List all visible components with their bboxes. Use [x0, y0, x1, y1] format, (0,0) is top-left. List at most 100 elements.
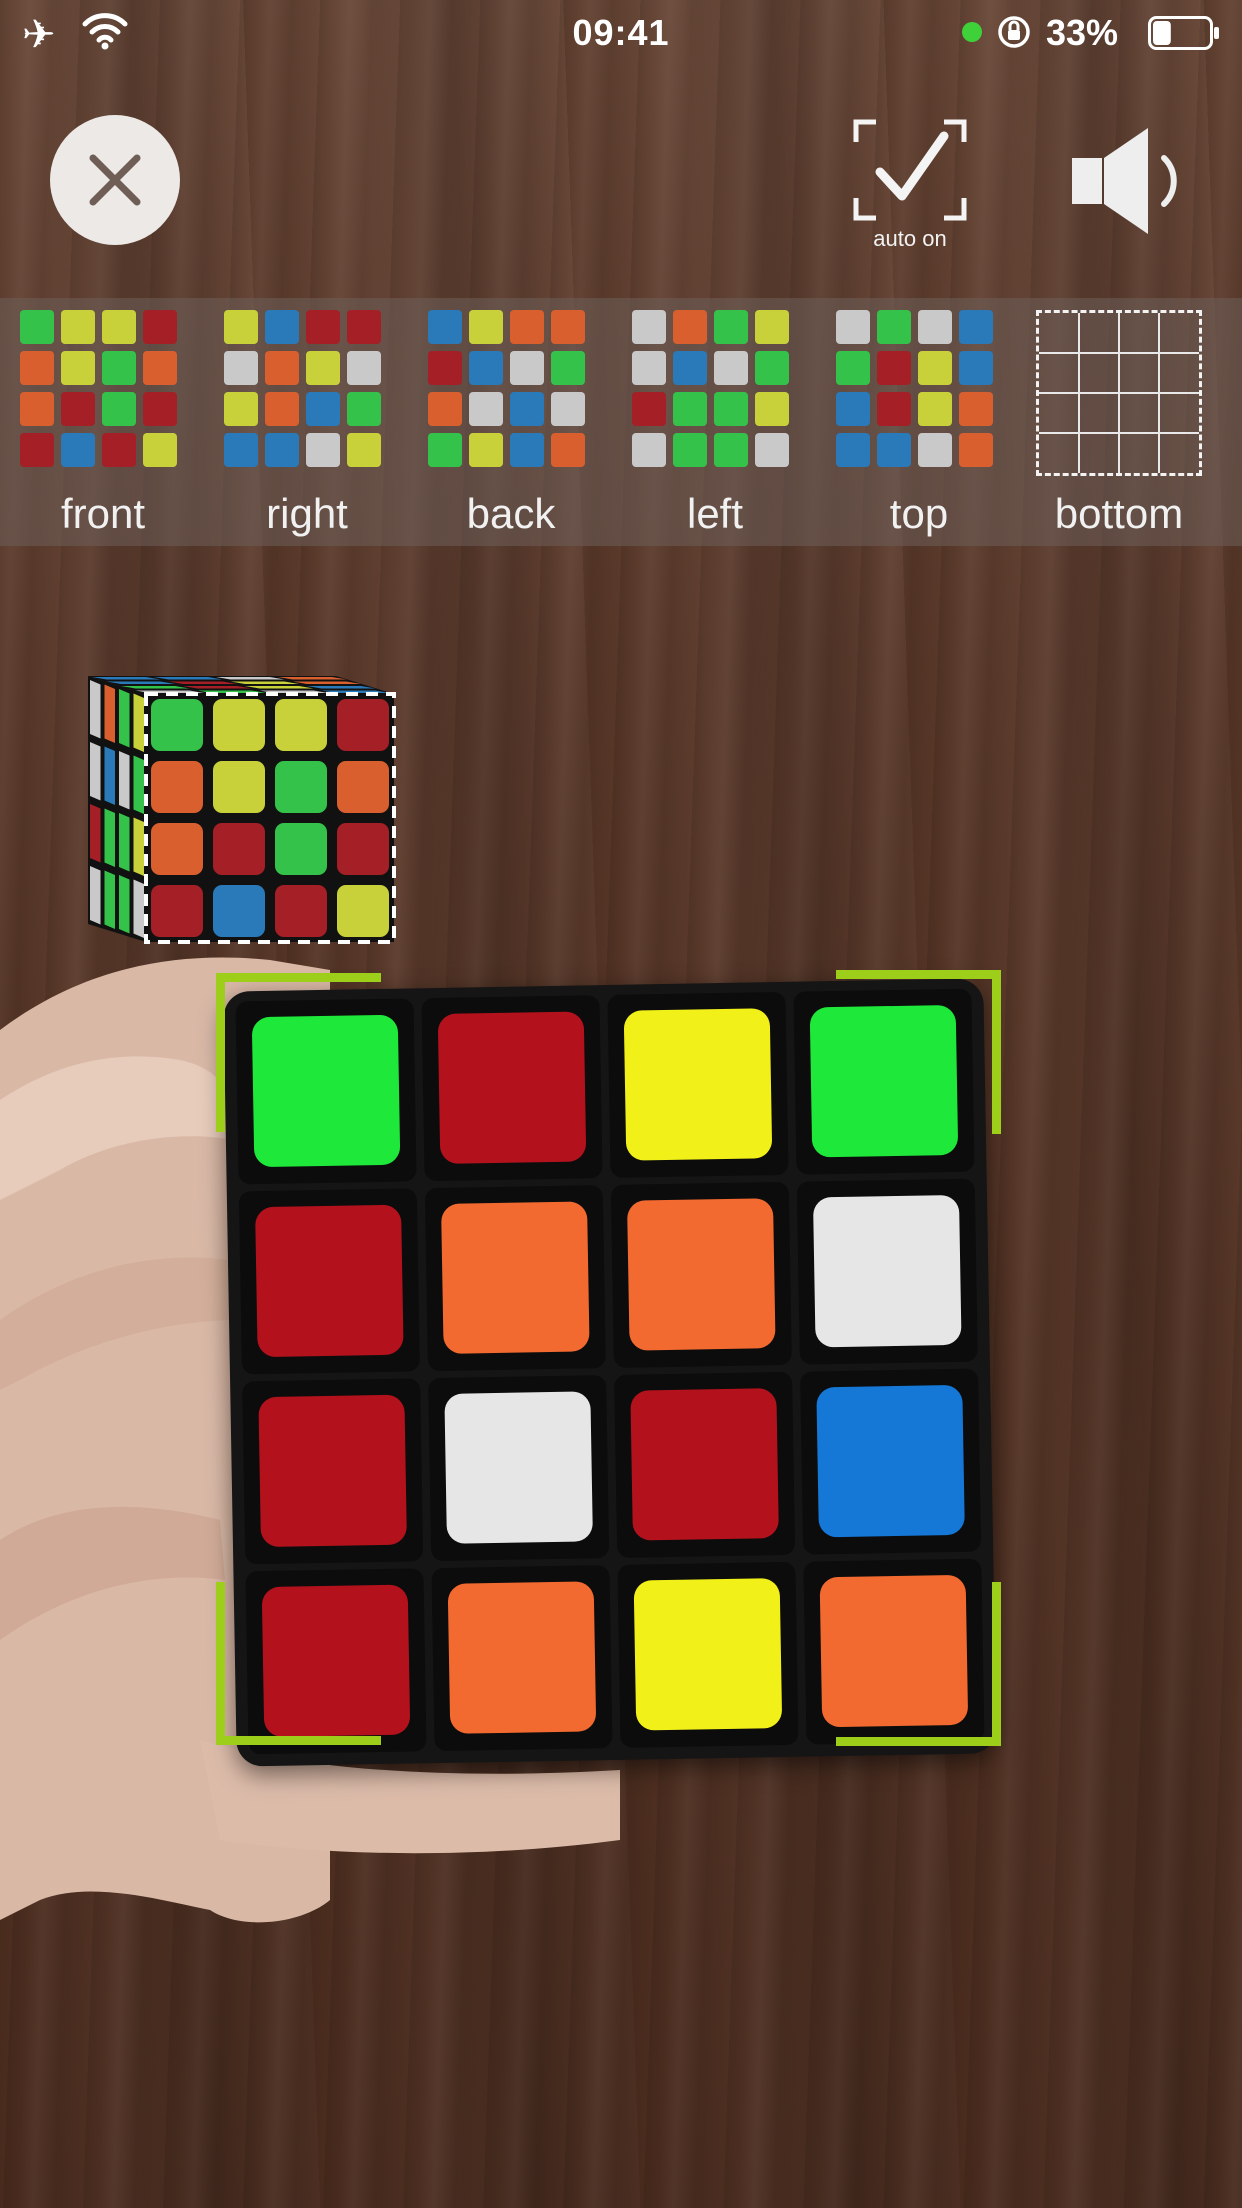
face-front[interactable]: front: [20, 310, 186, 537]
face-sticker-blue: [959, 351, 993, 385]
face-sticker-yellow: [347, 433, 381, 467]
mini-front-sticker: [151, 823, 203, 875]
mini-left-sticker: [133, 755, 144, 814]
mini-front-sticker: [337, 823, 389, 875]
face-top[interactable]: top: [836, 310, 1002, 537]
face-sticker-yellow: [755, 310, 789, 344]
mini-front-sticker: [213, 699, 265, 751]
rotation-lock-icon: [998, 16, 1030, 48]
face-sticker-red: [61, 392, 95, 426]
mini-left-sticker: [90, 804, 101, 863]
face-right[interactable]: right: [224, 310, 390, 537]
cube-sticker-red: [258, 1394, 407, 1548]
face-sticker-green: [428, 433, 462, 467]
mini-front-sticker: [275, 823, 327, 875]
face-sticker-orange: [551, 310, 585, 344]
face-back[interactable]: back: [428, 310, 594, 537]
cube-sticker-orange: [441, 1201, 590, 1354]
face-sticker-blue: [959, 310, 993, 344]
mini-front-sticker: [213, 885, 265, 937]
face-sticker-white: [755, 433, 789, 467]
face-sticker-green: [877, 310, 911, 344]
scan-bracket-bottom-left: [216, 1582, 381, 1745]
speaker-icon: [1072, 128, 1177, 234]
face-sticker-yellow: [918, 392, 952, 426]
face-sticker-red: [877, 351, 911, 385]
cube-cell: [800, 1368, 982, 1555]
face-grid: [20, 310, 186, 467]
close-icon: [89, 154, 141, 206]
face-sticker-orange: [510, 310, 544, 344]
face-label: back: [466, 490, 556, 537]
auto-capture-check-icon: [853, 119, 967, 221]
face-sticker-white: [469, 392, 503, 426]
face-grid: [224, 310, 390, 467]
auto-capture-label: auto on: [873, 226, 947, 251]
mini-front-sticker: [151, 761, 203, 813]
cube-cell: [614, 1371, 796, 1558]
face-sticker-blue: [510, 433, 544, 467]
face-grid: [632, 310, 798, 467]
face-sticker-white: [918, 433, 952, 467]
location-dot-icon: [962, 22, 982, 42]
face-sticker-white: [632, 433, 666, 467]
face-left[interactable]: left: [632, 310, 798, 537]
face-sticker-green: [347, 392, 381, 426]
mini-front-sticker: [275, 761, 327, 813]
face-sticker-blue: [428, 310, 462, 344]
mini-left-sticker: [104, 746, 115, 805]
mini-front-sticker: [151, 699, 203, 751]
mini-front-sticker: [275, 885, 327, 937]
empty-grid-line: [1039, 391, 1199, 394]
face-label: front: [60, 490, 146, 537]
face-bottom[interactable]: bottom: [1036, 310, 1202, 537]
mini-front-sticker: [151, 885, 203, 937]
face-sticker-green: [714, 392, 748, 426]
mini-front-sticker: [337, 699, 389, 751]
face-sticker-orange: [265, 351, 299, 385]
cube-sticker-red: [437, 1011, 587, 1164]
cube-cell: [617, 1561, 799, 1748]
face-sticker-orange: [673, 310, 707, 344]
face-sticker-red: [20, 433, 54, 467]
cube-cell: [428, 1375, 610, 1562]
face-sticker-blue: [673, 351, 707, 385]
cube-sticker-orange: [627, 1198, 776, 1351]
mini-left-sticker: [119, 689, 130, 748]
cube-cell: [424, 1185, 606, 1372]
cube-sticker-white: [812, 1194, 962, 1348]
close-button[interactable]: [50, 115, 180, 245]
face-sticker-blue: [265, 433, 299, 467]
face-sticker-blue: [877, 433, 911, 467]
cube-sticker-orange: [447, 1581, 597, 1734]
face-sticker-yellow: [755, 392, 789, 426]
scan-bracket-bottom-right: [836, 1582, 1001, 1746]
face-sticker-orange: [959, 392, 993, 426]
cube-sticker-yellow: [623, 1008, 773, 1161]
face-sticker-green: [755, 351, 789, 385]
face-label: left: [686, 490, 744, 537]
face-sticker-green: [836, 351, 870, 385]
face-sticker-green: [20, 310, 54, 344]
mini-front-sticker: [337, 885, 389, 937]
cube-cell: [238, 1188, 420, 1375]
auto-capture-toggle[interactable]: auto on: [852, 118, 968, 251]
face-sticker-yellow: [918, 351, 952, 385]
cube-cell: [610, 1181, 792, 1368]
face-sticker-red: [428, 351, 462, 385]
face-sticker-white: [510, 351, 544, 385]
face-sticker-yellow: [224, 392, 258, 426]
mini-left-sticker: [119, 875, 130, 934]
speaker-button[interactable]: [1068, 122, 1186, 240]
face-sticker-white: [306, 433, 340, 467]
face-sticker-green: [551, 351, 585, 385]
face-sticker-orange: [959, 433, 993, 467]
face-sticker-white: [632, 310, 666, 344]
cube-sticker-white: [444, 1391, 593, 1544]
mini-left-sticker: [90, 866, 101, 925]
cube-cell: [431, 1565, 613, 1752]
cube-sticker-red: [630, 1388, 779, 1541]
face-sticker-white: [918, 310, 952, 344]
face-sticker-orange: [265, 392, 299, 426]
scan-bracket-top-left: [216, 973, 381, 1132]
